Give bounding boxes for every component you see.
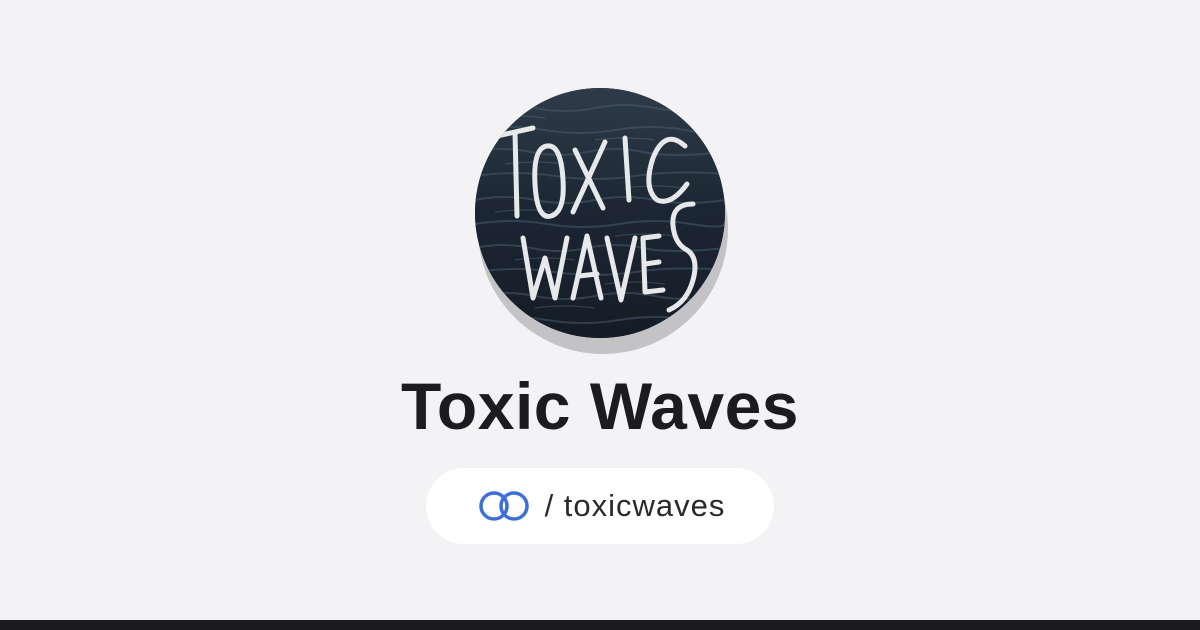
- profile-handle-link[interactable]: / toxicwaves: [426, 468, 774, 544]
- profile-avatar: [475, 88, 731, 358]
- avatar-image: [475, 88, 725, 338]
- profile-handle: / toxicwaves: [544, 488, 726, 523]
- bottom-bar: [0, 620, 1200, 630]
- linked-rings-icon: [475, 489, 533, 523]
- profile-name: Toxic Waves: [401, 369, 799, 443]
